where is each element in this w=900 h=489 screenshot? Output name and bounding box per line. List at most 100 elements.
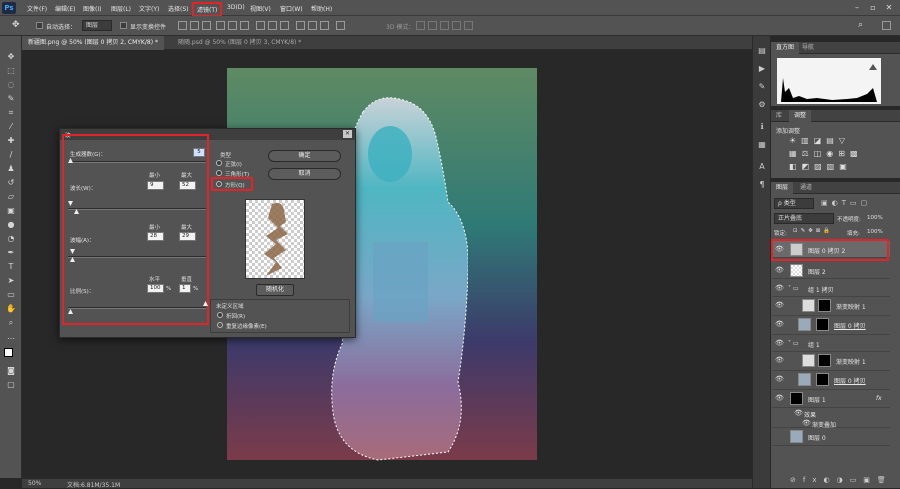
menu-type[interactable]: 文字(Y) — [139, 4, 159, 13]
marquee-tool-icon[interactable]: ⬚ — [5, 66, 17, 76]
menu-view[interactable]: 视图(V) — [250, 4, 271, 13]
maximize-icon[interactable]: ▫ — [868, 3, 878, 13]
tab-histogram[interactable]: 直方图 — [771, 42, 800, 54]
auto-select-checkbox[interactable] — [36, 22, 43, 29]
amplitude-min-input[interactable]: 28 — [147, 232, 164, 241]
blur-tool-icon[interactable]: ● — [5, 220, 17, 230]
align-top-icon[interactable] — [178, 21, 187, 30]
layer-row[interactable]: 👁 图层 2 — [772, 262, 890, 279]
auto-align-icon[interactable] — [336, 21, 345, 30]
stamp-tool-icon[interactable]: ♟ — [5, 164, 17, 174]
menu-layer[interactable]: 图层(L) — [111, 4, 131, 13]
move-tool-icon[interactable]: ✥ — [5, 52, 17, 62]
tab-layers[interactable]: 图层 — [771, 182, 794, 194]
layer-row[interactable]: 👁 ˅ ▭ 组 1 拷贝 — [772, 280, 890, 297]
dodge-tool-icon[interactable]: ◔ — [5, 234, 17, 244]
minimize-icon[interactable]: – — [852, 3, 862, 13]
healing-tool-icon[interactable]: ✚ — [5, 136, 17, 146]
history-icon[interactable]: ▤ — [756, 46, 768, 56]
quick-mask-icon[interactable]: ◙ — [5, 366, 17, 376]
3d-drag-icon[interactable] — [440, 21, 449, 30]
dialog-close-icon[interactable]: ✕ — [343, 130, 352, 138]
menu-select[interactable]: 选择(S) — [168, 4, 189, 13]
menu-filter[interactable]: 滤镜(T) — [192, 2, 223, 17]
tab-channels[interactable]: 通道 — [795, 182, 817, 194]
close-icon[interactable]: ✕ — [884, 3, 894, 13]
lasso-tool-icon[interactable]: ◌ — [5, 80, 17, 90]
lock-icons[interactable]: ⊡✎✥⊠🔒 — [793, 228, 833, 234]
distribute-top-icon[interactable] — [256, 21, 265, 30]
visibility-eye-icon[interactable]: 👁 — [775, 266, 784, 274]
blend-mode-dropdown[interactable]: 正片叠底 — [774, 213, 834, 224]
visibility-eye-icon[interactable]: 👁 — [775, 301, 784, 309]
brush-tool-icon[interactable]: ∕ — [5, 150, 17, 160]
opacity-value[interactable]: 100% — [867, 215, 883, 221]
visibility-eye-icon[interactable]: 👁 — [794, 409, 803, 417]
amplitude-slider[interactable] — [68, 256, 206, 258]
fx-badge[interactable]: fx — [876, 395, 882, 402]
show-transform-checkbox[interactable] — [120, 22, 127, 29]
distribute-hcenter-icon[interactable] — [308, 21, 317, 30]
type-triangle-radio[interactable] — [216, 170, 222, 176]
brush-settings-icon[interactable]: ✎ — [756, 82, 768, 92]
type-sine-radio[interactable] — [216, 160, 222, 166]
tab-document-1[interactable]: 新疆图.png @ 50% (图层 0 拷贝 2, CMYK/8) * — [22, 36, 164, 50]
scale-vertical-input[interactable]: 1 — [179, 284, 191, 293]
visibility-eye-icon[interactable]: 👁 — [775, 284, 784, 292]
adjustment-icons-row-1[interactable]: ☀▥◪▤▽ — [789, 136, 850, 145]
scale-horizontal-input[interactable]: 100 — [147, 284, 164, 293]
tab-navigator[interactable]: 导航 — [797, 42, 819, 54]
menu-3d[interactable]: 3D(D) — [227, 4, 245, 11]
character-icon[interactable]: A — [756, 162, 768, 172]
layer-effects-row[interactable]: 👁 效果 — [772, 408, 890, 419]
layer-row[interactable]: 👁 渐变映射 1 — [772, 352, 890, 371]
scale-slider[interactable] — [68, 307, 206, 309]
3d-scale-icon[interactable] — [464, 21, 473, 30]
visibility-eye-icon[interactable]: 👁 — [775, 394, 784, 402]
3d-rotate-icon[interactable] — [416, 21, 425, 30]
play-icon[interactable]: ▶ — [756, 64, 768, 74]
search-icon[interactable]: ⌕ — [858, 20, 863, 30]
distribute-left-icon[interactable] — [296, 21, 305, 30]
align-left-icon[interactable] — [216, 21, 225, 30]
paragraph-icon[interactable]: ¶ — [756, 180, 768, 190]
layer-effect-item[interactable]: 👁 渐变叠加 — [772, 418, 890, 429]
channels-icon[interactable]: ▦ — [756, 140, 768, 150]
path-select-tool-icon[interactable]: ➤ — [5, 276, 17, 286]
layer-row[interactable]: 👁 图层 0 拷贝 — [772, 371, 890, 390]
more-tools-icon[interactable]: … — [5, 332, 17, 342]
layer-row[interactable]: 👁 图层 1 fx — [772, 390, 890, 408]
zoom-tool-icon[interactable]: ⌕ — [5, 318, 17, 328]
repeat-edge-radio[interactable] — [217, 322, 223, 328]
foreground-color-swatch[interactable] — [4, 348, 13, 357]
pen-tool-icon[interactable]: ✒ — [5, 248, 17, 258]
menu-file[interactable]: 文件(F) — [27, 4, 47, 13]
generators-input[interactable]: 5 — [193, 148, 205, 157]
randomize-button[interactable]: 随机化 — [256, 284, 294, 296]
align-hcenter-icon[interactable] — [228, 21, 237, 30]
shape-tool-icon[interactable]: ▭ — [5, 290, 17, 300]
tab-adjustments[interactable]: 调整 — [789, 110, 812, 122]
align-right-icon[interactable] — [240, 21, 249, 30]
workspace-icon[interactable] — [882, 21, 891, 30]
menu-help[interactable]: 帮助(H) — [311, 4, 332, 13]
wavelength-min-input[interactable]: 9 — [147, 181, 164, 190]
properties-icon[interactable]: ⚙ — [756, 100, 768, 110]
eyedropper-tool-icon[interactable]: ⁄ — [5, 122, 17, 132]
cancel-button[interactable]: 取消 — [268, 168, 341, 180]
zoom-level[interactable]: 50% — [28, 480, 41, 487]
adjustment-icons-row-3[interactable]: ◧◩▨▧▣ — [789, 162, 852, 171]
wavelength-slider[interactable] — [68, 208, 206, 210]
distribute-bottom-icon[interactable] — [280, 21, 289, 30]
amplitude-max-input[interactable]: 29 — [179, 232, 196, 241]
visibility-eye-icon[interactable]: 👁 — [802, 419, 811, 427]
visibility-eye-icon[interactable]: 👁 — [775, 356, 784, 364]
3d-roll-icon[interactable] — [428, 21, 437, 30]
quick-select-tool-icon[interactable]: ✎ — [5, 94, 17, 104]
layer-row[interactable]: 👁 图层 0 拷贝 — [772, 316, 890, 335]
hand-tool-icon[interactable]: ✋ — [5, 304, 17, 314]
wrap-around-radio[interactable] — [217, 312, 223, 318]
tab-libraries[interactable]: 库 — [771, 110, 787, 122]
layer-filter-dropdown[interactable]: ρ 类型 — [774, 198, 814, 209]
eraser-tool-icon[interactable]: ▱ — [5, 192, 17, 202]
